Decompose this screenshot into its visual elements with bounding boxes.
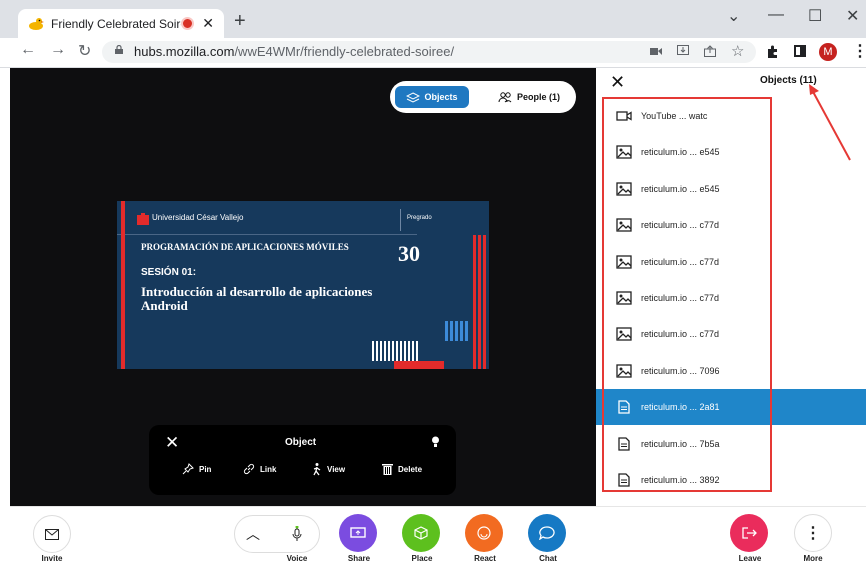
microphone-icon (292, 526, 302, 541)
annotation-arrow (809, 84, 851, 161)
url-text: hubs.mozilla.com/wwE4WMr/friendly-celebr… (134, 44, 454, 59)
chat-bubble-icon (539, 526, 555, 540)
panel-close-icon[interactable]: ✕ (610, 72, 625, 93)
cube-icon (414, 526, 428, 540)
react-label: React (474, 554, 496, 563)
view-label: View (327, 465, 346, 474)
slide-red-bar (121, 201, 125, 369)
link-button[interactable]: Link (243, 463, 276, 475)
slide-course-title: PROGRAMACIÓN DE APLICACIONES MÓVILES (141, 242, 349, 252)
voice-label: Voice (286, 554, 308, 563)
url-path: /wwE4WMr/friendly-celebrated-soiree/ (234, 44, 455, 59)
objects-toggle-label: Objects (424, 92, 458, 102)
react-button[interactable] (465, 514, 503, 552)
browser-menu-icon[interactable]: ⋮ (852, 41, 866, 61)
slide-session: SESIÓN 01: (141, 267, 197, 278)
share-button[interactable] (339, 514, 377, 552)
profile-avatar[interactable]: M (819, 43, 837, 61)
voice-options-chevron-icon[interactable]: ︿ (246, 524, 260, 544)
people-icon (498, 91, 512, 102)
trash-icon (382, 464, 393, 475)
minimize-button[interactable]: — (768, 6, 784, 24)
slide-vdivider (400, 209, 401, 231)
slide-barcode-decoration (372, 341, 444, 369)
tab-close-icon[interactable]: ✕ (202, 15, 214, 32)
new-tab-button[interactable]: + (234, 10, 246, 33)
recording-icon (181, 17, 195, 30)
delete-label: Delete (398, 464, 423, 474)
lightbulb-icon[interactable] (431, 436, 440, 448)
invite-button[interactable] (33, 515, 71, 553)
place-button[interactable] (402, 514, 440, 552)
link-icon (243, 463, 255, 475)
url-domain: hubs.mozilla.com (134, 44, 235, 59)
close-window-button[interactable]: ✕ (846, 6, 859, 26)
more-button[interactable]: ⋮ (794, 514, 832, 552)
object-menu-close-icon[interactable]: ✕ (165, 433, 179, 453)
smiley-icon (477, 526, 491, 540)
tab-title: Friendly Celebrated Soiree | (51, 16, 181, 31)
leave-button[interactable] (730, 514, 768, 552)
camera-icon[interactable] (650, 47, 662, 56)
left-edge (0, 68, 10, 572)
objects-icon (406, 91, 421, 103)
people-toggle-button[interactable]: People (1) (488, 86, 570, 108)
browser-tab[interactable]: Friendly Celebrated Soiree | ✕ (18, 9, 224, 38)
extensions-icon[interactable] (766, 45, 779, 58)
object-menu-title: Object (285, 437, 317, 448)
link-label: Link (260, 464, 277, 474)
slide-university: Universidad César Vallejo (152, 213, 244, 222)
maximize-button[interactable]: ☐ (808, 6, 822, 26)
object-menu (149, 425, 456, 495)
leave-icon (741, 527, 757, 539)
more-dots-icon: ⋮ (805, 525, 821, 542)
slide-divider (117, 234, 417, 235)
ucv-logo-icon (137, 213, 149, 225)
back-icon[interactable]: ← (20, 41, 36, 59)
envelope-icon (45, 528, 59, 540)
slide-program: Pregrado (407, 215, 432, 221)
more-label: More (803, 554, 823, 563)
chat-label: Chat (539, 554, 557, 563)
screen-share-icon (350, 527, 366, 538)
bookmark-star-icon[interactable]: ☆ (731, 42, 744, 60)
install-app-icon[interactable] (677, 45, 689, 57)
chat-button[interactable] (528, 514, 566, 552)
people-toggle-label: People (1) (516, 92, 560, 102)
hubs-duck-icon (29, 17, 44, 30)
pin-label: Pin (199, 464, 212, 474)
slide-intro-title: Introducción al desarrollo de aplicacion… (141, 284, 373, 313)
invite-label: Invite (41, 554, 63, 563)
forward-icon[interactable]: → (50, 41, 66, 59)
pin-button[interactable]: Pin (182, 463, 211, 475)
delete-button[interactable]: Delete (382, 463, 422, 475)
place-label: Place (411, 554, 433, 563)
lock-icon (115, 45, 123, 54)
annotation-box (602, 97, 772, 492)
slide-stripes-decoration (445, 235, 486, 369)
slide-object[interactable]: Universidad César Vallejo Pregrado PROGR… (117, 201, 489, 369)
voice-button[interactable] (280, 518, 314, 550)
pin-icon (182, 463, 194, 475)
walk-icon (313, 463, 321, 476)
share-page-icon[interactable] (704, 45, 716, 57)
invite-circle (33, 515, 71, 553)
reload-icon[interactable]: ↻ (78, 41, 91, 61)
side-panel-icon[interactable] (794, 45, 806, 57)
view-button[interactable]: View (311, 463, 345, 476)
objects-toggle-button[interactable]: Objects (395, 86, 469, 108)
tab-search-icon[interactable]: ⌄ (727, 6, 740, 26)
share-label: Share (347, 554, 371, 563)
leave-label: Leave (738, 554, 762, 563)
slide-anniversary: 30 (398, 241, 420, 266)
